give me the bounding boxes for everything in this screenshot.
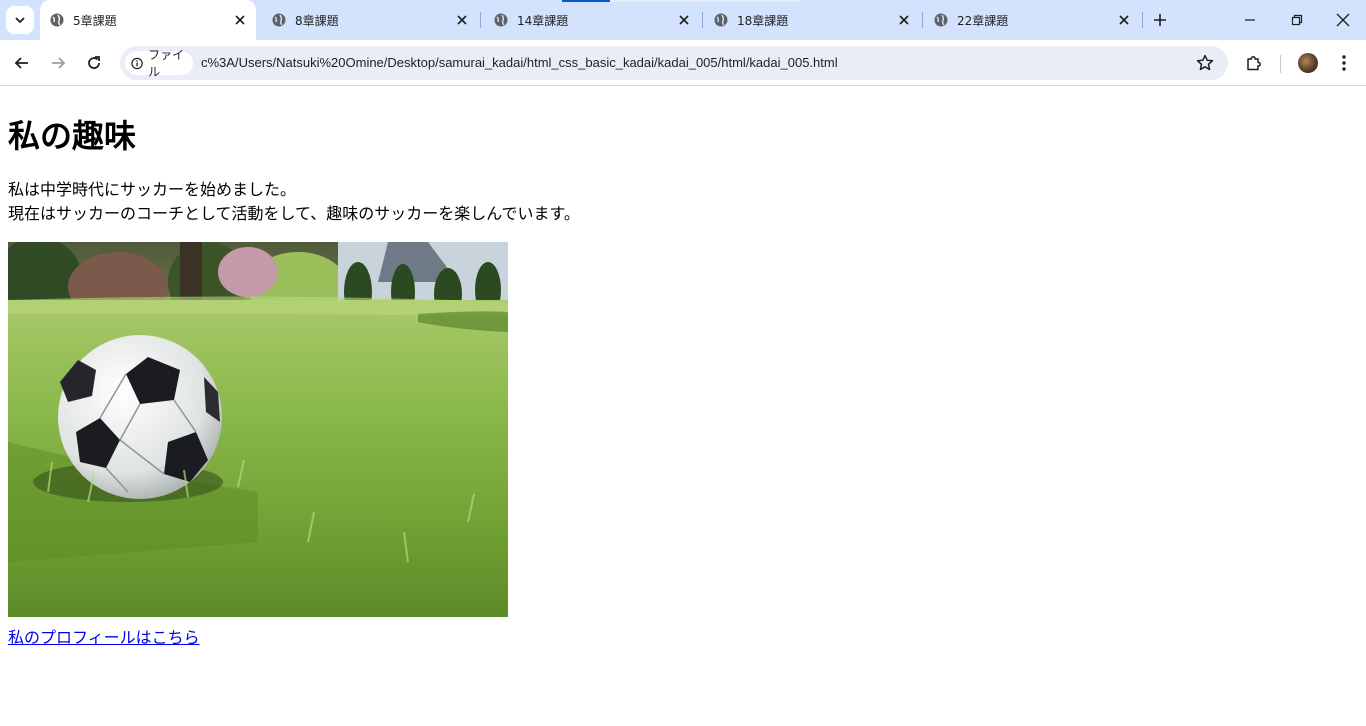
intro-paragraph: 私は中学時代にサッカーを始めました。 現在はサッカーのコーチとして活動をして、趣… xyxy=(8,178,580,226)
tab-14[interactable]: 14章課題 xyxy=(484,0,700,40)
reload-button[interactable] xyxy=(82,51,106,75)
more-vertical-icon xyxy=(1342,55,1346,71)
address-bar[interactable]: ファイル c%3A/Users/Natsuki%20Omine/Desktop/… xyxy=(120,46,1228,80)
tab-5[interactable]: 5章課題 xyxy=(40,0,256,40)
globe-icon xyxy=(494,13,508,27)
reload-icon xyxy=(88,56,100,69)
close-icon[interactable] xyxy=(232,12,248,28)
tab-22[interactable]: 22章課題 xyxy=(924,0,1140,40)
plus-icon xyxy=(1154,14,1166,26)
page-content: 私の趣味 私は中学時代にサッカーを始めました。 現在はサッカーのコーチとして活動… xyxy=(0,87,1366,726)
tab-search-button[interactable] xyxy=(6,6,34,34)
tab-title: 22章課題 xyxy=(957,14,1009,28)
profile-avatar[interactable] xyxy=(1298,53,1318,73)
globe-icon xyxy=(272,13,286,27)
site-info-label: ファイル xyxy=(148,48,185,79)
tab-8[interactable]: 8章課題 xyxy=(262,0,478,40)
tab-title: 8章課題 xyxy=(295,14,339,28)
close-icon[interactable] xyxy=(896,12,912,28)
intro-line-1: 私は中学時代にサッカーを始めました。 xyxy=(8,180,297,199)
restore-icon xyxy=(1291,14,1303,26)
toolbar-separator xyxy=(1280,55,1281,73)
profile-link[interactable]: 私のプロフィールはこちら xyxy=(8,624,200,648)
close-window-button[interactable] xyxy=(1331,8,1355,32)
puzzle-icon xyxy=(1247,56,1261,71)
forward-button[interactable] xyxy=(46,51,70,75)
back-button[interactable] xyxy=(10,51,34,75)
close-icon[interactable] xyxy=(1116,12,1132,28)
tab-title: 5章課題 xyxy=(73,14,117,28)
globe-icon xyxy=(934,13,948,27)
restore-button[interactable] xyxy=(1285,8,1309,32)
menu-button[interactable] xyxy=(1332,51,1356,75)
close-icon[interactable] xyxy=(454,12,470,28)
soccer-ball-photo xyxy=(8,242,508,617)
intro-line-2: 現在はサッカーのコーチとして活動をして、趣味のサッカーを楽しんでいます。 xyxy=(8,204,580,223)
tab-title: 14章課題 xyxy=(517,14,569,28)
tab-title: 18章課題 xyxy=(737,14,789,28)
info-icon xyxy=(131,57,143,69)
close-icon xyxy=(1336,13,1350,27)
tab-18[interactable]: 18章課題 xyxy=(704,0,920,40)
chevron-down-icon xyxy=(15,17,25,24)
arrow-left-icon xyxy=(14,57,28,69)
globe-icon xyxy=(50,13,64,27)
star-icon[interactable] xyxy=(1196,54,1214,72)
url-text[interactable]: c%3A/Users/Natsuki%20Omine/Desktop/samur… xyxy=(201,55,838,70)
close-icon[interactable] xyxy=(676,12,692,28)
extensions-button[interactable] xyxy=(1242,51,1266,75)
new-tab-button[interactable] xyxy=(1150,10,1170,30)
page-heading: 私の趣味 xyxy=(8,117,137,155)
globe-icon xyxy=(714,13,728,27)
minimize-icon xyxy=(1245,19,1255,21)
tab-separator xyxy=(702,12,703,28)
browser-toolbar: ファイル c%3A/Users/Natsuki%20Omine/Desktop/… xyxy=(0,40,1366,86)
arrow-right-icon xyxy=(52,57,66,69)
site-info-chip[interactable]: ファイル xyxy=(125,48,193,79)
tab-strip: 5章課題 8章課題 14章課題 18章課題 22章課題 xyxy=(0,0,1366,40)
minimize-button[interactable] xyxy=(1238,8,1262,32)
tab-separator xyxy=(480,12,481,28)
tab-separator xyxy=(922,12,923,28)
tab-separator xyxy=(1142,12,1143,28)
